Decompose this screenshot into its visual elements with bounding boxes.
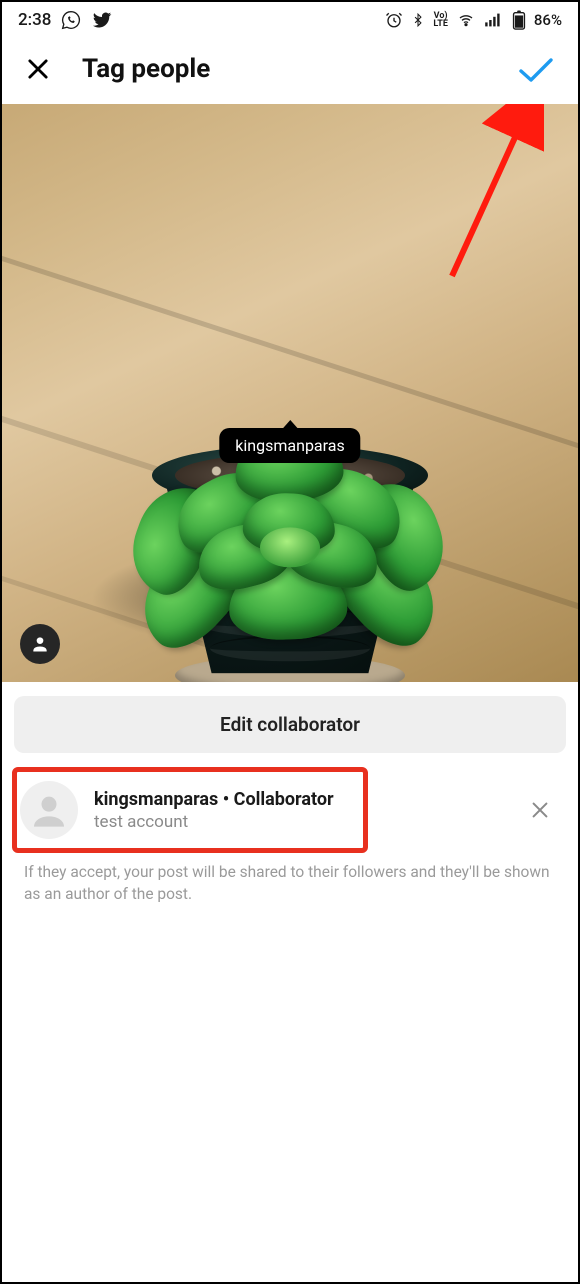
collaborator-hint: If they accept, your post will be shared… xyxy=(2,857,578,910)
battery-percent: 86% xyxy=(534,11,562,29)
collaborator-username: kingsmanparas xyxy=(94,789,218,810)
photo-tag-pill[interactable]: kingsmanparas xyxy=(219,428,360,463)
signal-icon xyxy=(484,12,504,28)
collaborator-role: • Collaborator xyxy=(218,789,333,810)
photo-tag-username: kingsmanparas xyxy=(235,436,344,455)
volte-icon: Vo)LTE xyxy=(433,12,448,28)
collaborator-avatar[interactable] xyxy=(20,781,78,839)
collaborator-row: kingsmanparas • Collaborator test accoun… xyxy=(2,763,578,857)
bluetooth-icon xyxy=(411,11,425,29)
battery-icon xyxy=(512,10,526,30)
alarm-icon xyxy=(385,11,403,29)
tag-people-icon[interactable] xyxy=(20,624,60,664)
collaborator-display-name: test account xyxy=(94,812,504,832)
twitter-icon xyxy=(91,10,113,30)
remove-collaborator-button[interactable] xyxy=(520,790,560,830)
whatsapp-icon xyxy=(61,10,81,30)
edit-collaborator-button[interactable]: Edit collaborator xyxy=(14,696,566,753)
wifi-icon xyxy=(456,12,476,28)
edit-collaborator-label: Edit collaborator xyxy=(220,713,360,736)
photo-preview[interactable]: kingsmanparas xyxy=(2,104,578,682)
collaborator-text[interactable]: kingsmanparas • Collaborator test accoun… xyxy=(94,789,504,832)
status-time: 2:38 xyxy=(18,10,51,30)
page-title: Tag people xyxy=(82,54,210,84)
app-header: Tag people xyxy=(2,34,578,104)
status-bar: 2:38 Vo)LTE 86% xyxy=(2,2,578,34)
close-button[interactable] xyxy=(24,55,52,83)
confirm-button[interactable] xyxy=(518,56,554,88)
